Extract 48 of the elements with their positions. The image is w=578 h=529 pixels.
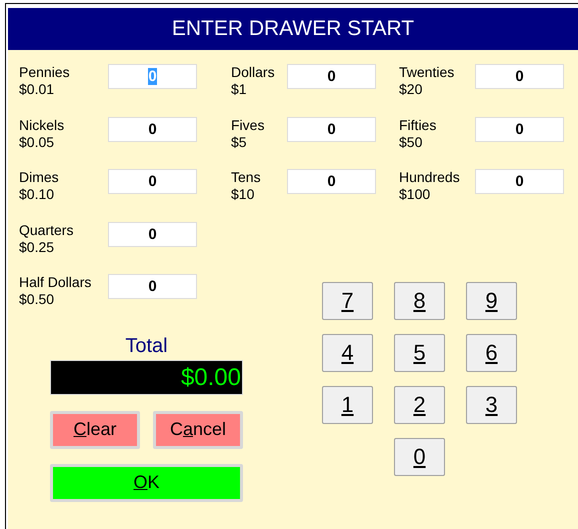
- count-field[interactable]: 0: [287, 169, 376, 194]
- denomination-value: $20: [399, 81, 424, 98]
- keypad-key[interactable]: 3: [466, 386, 517, 424]
- keypad-key[interactable]: 6: [466, 334, 517, 372]
- denomination-name: Fives: [231, 116, 266, 134]
- count-field[interactable]: 0: [475, 116, 564, 142]
- keypad-key[interactable]: 4: [322, 334, 373, 372]
- denomination-name: Tens: [231, 169, 262, 186]
- total-label: Total: [125, 334, 168, 358]
- denomination-name: Fifties: [399, 116, 438, 134]
- keypad-key[interactable]: 1: [322, 386, 373, 424]
- denomination-value: $0.50: [19, 291, 56, 308]
- count-field[interactable]: 0: [475, 169, 564, 194]
- denomination-name: Dollars: [231, 64, 276, 81]
- keypad-key[interactable]: 0: [394, 438, 445, 476]
- denomination-name: Twenties: [399, 64, 456, 81]
- keypad-key[interactable]: 8: [394, 282, 445, 320]
- count-field[interactable]: 0: [108, 274, 197, 300]
- denomination-value: $5: [231, 134, 248, 151]
- keypad-key[interactable]: 7: [322, 282, 373, 320]
- ok-button[interactable]: OK: [50, 464, 243, 502]
- count-field[interactable]: 0: [475, 64, 564, 89]
- count-field[interactable]: 0: [108, 116, 197, 142]
- cancel-button[interactable]: Cancel: [153, 410, 243, 449]
- denomination-value: $10: [231, 186, 256, 204]
- denomination-value: $0.01: [19, 81, 56, 98]
- keypad-key[interactable]: 9: [466, 282, 517, 320]
- count-field[interactable]: 0: [287, 116, 376, 142]
- denomination-name: Pennies: [19, 64, 71, 81]
- denomination-value: $1: [231, 81, 248, 98]
- denomination-name: Nickels: [19, 116, 66, 134]
- denomination-value: $100: [399, 186, 432, 204]
- denomination-value: $0.25: [19, 238, 56, 256]
- count-field[interactable]: 0: [108, 222, 197, 247]
- clear-button[interactable]: Clear: [50, 410, 140, 449]
- denomination-name: Half Dollars: [19, 274, 92, 292]
- keypad-key[interactable]: 5: [394, 334, 445, 372]
- denomination-value: $0.05: [19, 134, 56, 151]
- denomination-name: Quarters: [19, 222, 74, 239]
- count-field[interactable]: 0: [287, 64, 376, 89]
- total-display: $0.00: [50, 360, 243, 395]
- window-title: ENTER DRAWER START: [8, 8, 578, 50]
- denomination-value: $50: [399, 134, 424, 151]
- denomination-name: Hundreds: [399, 169, 461, 186]
- denomination-value: $0.10: [19, 186, 56, 204]
- keypad-key[interactable]: 2: [394, 386, 445, 424]
- denomination-name: Dimes: [19, 169, 60, 186]
- count-field[interactable]: 0: [108, 169, 197, 194]
